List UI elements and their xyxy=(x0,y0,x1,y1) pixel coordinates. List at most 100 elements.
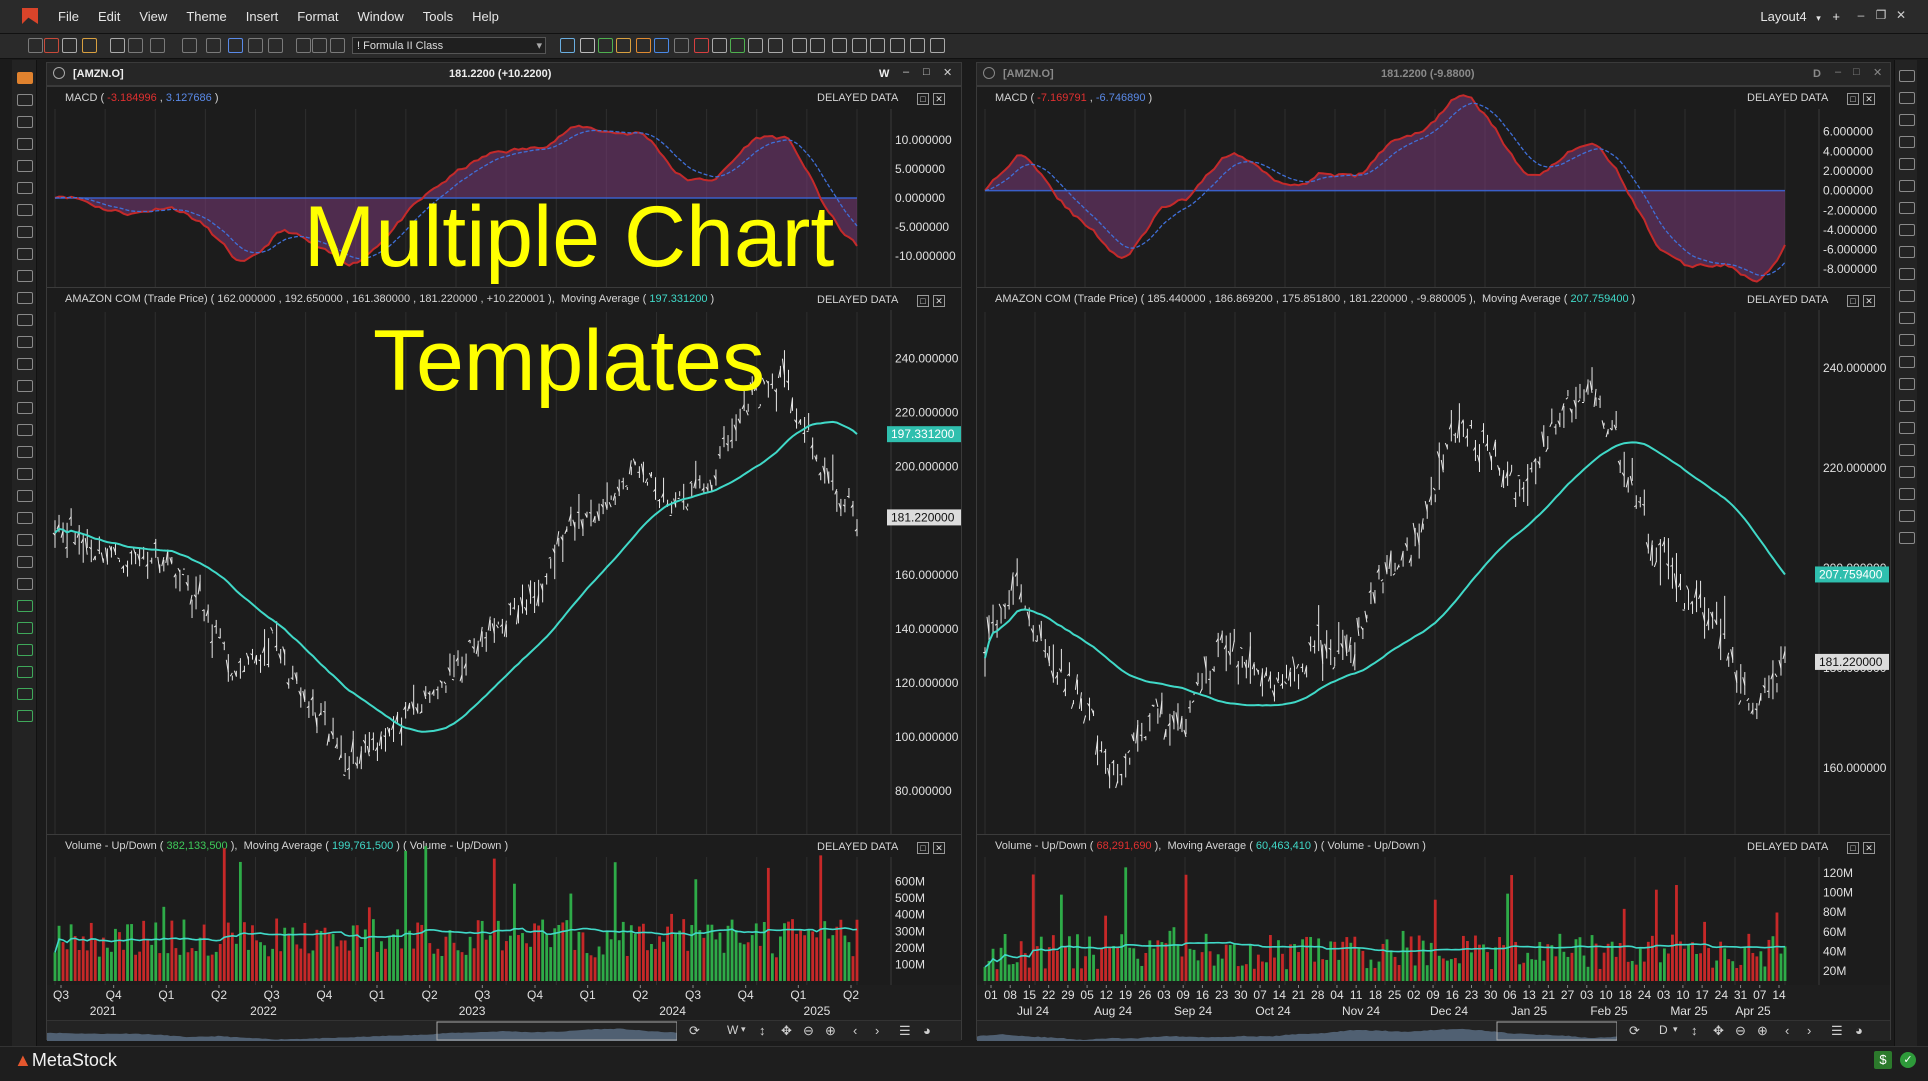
nav-period[interactable]: W xyxy=(727,1023,738,1037)
drawing-tool-icon[interactable] xyxy=(17,490,33,502)
toolbar-tool-icon[interactable] xyxy=(128,38,143,53)
drawing-tool-icon[interactable] xyxy=(17,94,33,106)
drawing-tool-icon[interactable] xyxy=(17,556,33,568)
drawing-tool-icon[interactable] xyxy=(1899,422,1915,434)
scroll-left-icon[interactable]: ‹ xyxy=(853,1023,857,1038)
move-icon[interactable]: ✥ xyxy=(781,1023,792,1039)
drawing-tool-icon[interactable] xyxy=(17,182,33,194)
macd-pane[interactable]: MACD ( -7.169791 , -6.746890 ) DELAYED D… xyxy=(977,86,1890,287)
toolbar-tool-icon[interactable] xyxy=(910,38,925,53)
menu-tools[interactable]: Tools xyxy=(423,9,453,24)
list-icon[interactable]: ☰ xyxy=(899,1023,911,1039)
drawing-tool-icon[interactable] xyxy=(17,270,33,282)
toolbar-tool-icon[interactable] xyxy=(268,38,283,53)
chart-window-daily[interactable]: [AMZN.O] 181.2200 (-9.8800) D – □ ✕ MACD… xyxy=(976,62,1891,1040)
list-icon[interactable]: ☰ xyxy=(1831,1023,1843,1039)
drawing-tool-icon[interactable] xyxy=(1899,378,1915,390)
drawing-tool-icon[interactable] xyxy=(17,72,33,84)
drawing-tool-icon[interactable] xyxy=(1899,466,1915,478)
symbol-link-icon[interactable] xyxy=(983,67,995,79)
palette-icon[interactable]: ◕ xyxy=(923,1023,931,1038)
scroll-right-icon[interactable]: › xyxy=(875,1023,879,1038)
drawing-tool-icon[interactable] xyxy=(17,292,33,304)
refresh-icon[interactable]: ⟳ xyxy=(689,1023,700,1039)
drawing-tool-icon[interactable] xyxy=(17,204,33,216)
layout-selector[interactable]: Layout4 ▾ + xyxy=(1760,9,1840,24)
scroll-right-icon[interactable]: › xyxy=(1807,1023,1811,1038)
move-icon[interactable]: ✥ xyxy=(1713,1023,1724,1039)
scroll-left-icon[interactable]: ‹ xyxy=(1785,1023,1789,1038)
minimize-icon[interactable]: – xyxy=(903,66,909,78)
drawing-tool-icon[interactable] xyxy=(17,578,33,590)
toolbar-tool-icon[interactable] xyxy=(694,38,709,53)
drawing-tool-icon[interactable] xyxy=(1899,444,1915,456)
drawing-tool-icon[interactable] xyxy=(1899,158,1915,170)
dollar-icon[interactable]: $ xyxy=(1874,1051,1892,1069)
close-icon[interactable]: ✕ xyxy=(943,66,952,79)
layout-add-button[interactable]: + xyxy=(1832,9,1840,24)
toolbar-tool-icon[interactable] xyxy=(206,38,221,53)
toolbar-tool-icon[interactable] xyxy=(330,38,345,53)
drawing-tool-icon[interactable] xyxy=(1899,136,1915,148)
toolbar-tool-icon[interactable] xyxy=(832,38,847,53)
drawing-tool-icon[interactable] xyxy=(17,226,33,238)
formula-select[interactable]: ! Formula II Class ▾ xyxy=(352,37,546,54)
drawing-tool-icon[interactable] xyxy=(17,666,33,678)
maximize-icon[interactable]: □ xyxy=(923,66,930,78)
drawing-tool-icon[interactable] xyxy=(17,424,33,436)
close-icon[interactable]: ✕ xyxy=(1873,66,1882,79)
toolbar-tool-icon[interactable] xyxy=(598,38,613,53)
toolbar-tool-icon[interactable] xyxy=(28,38,43,53)
menu-window[interactable]: Window xyxy=(357,9,403,24)
toolbar-tool-icon[interactable] xyxy=(560,38,575,53)
drawing-tool-icon[interactable] xyxy=(17,710,33,722)
drawing-tool-icon[interactable] xyxy=(1899,70,1915,82)
toolbar-tool-icon[interactable] xyxy=(930,38,945,53)
palette-icon[interactable]: ◕ xyxy=(1855,1023,1863,1038)
drawing-tool-icon[interactable] xyxy=(17,622,33,634)
drawing-tool-icon[interactable] xyxy=(17,248,33,260)
minimize-icon[interactable]: – xyxy=(1854,8,1868,22)
drawing-tool-icon[interactable] xyxy=(17,314,33,326)
navigator-bar[interactable]: ⟳ D ▾ ↕ ✥ ⊖ ⊕ ‹ › ☰ ◕ xyxy=(977,1020,1890,1041)
toolbar-tool-icon[interactable] xyxy=(730,38,745,53)
menu-format[interactable]: Format xyxy=(297,9,338,24)
toolbar-tool-icon[interactable] xyxy=(82,38,97,53)
drawing-tool-icon[interactable] xyxy=(1899,400,1915,412)
toolbar-tool-icon[interactable] xyxy=(150,38,165,53)
toolbar-tool-icon[interactable] xyxy=(296,38,311,53)
close-icon[interactable]: ✕ xyxy=(1894,8,1908,22)
toolbar-tool-icon[interactable] xyxy=(712,38,727,53)
navigator-scroll[interactable] xyxy=(47,1021,677,1041)
toolbar-tool-icon[interactable] xyxy=(792,38,807,53)
toolbar-tool-icon[interactable] xyxy=(636,38,651,53)
drawing-tool-icon[interactable] xyxy=(1899,180,1915,192)
toolbar-tool-icon[interactable] xyxy=(312,38,327,53)
toolbar-tool-icon[interactable] xyxy=(62,38,77,53)
drawing-tool-icon[interactable] xyxy=(1899,334,1915,346)
menu-insert[interactable]: Insert xyxy=(246,9,279,24)
menu-edit[interactable]: Edit xyxy=(98,9,120,24)
drawing-tool-icon[interactable] xyxy=(1899,268,1915,280)
drawing-tool-icon[interactable] xyxy=(17,160,33,172)
toolbar-tool-icon[interactable] xyxy=(890,38,905,53)
zoom-in-icon[interactable]: ⊕ xyxy=(1757,1023,1768,1039)
toolbar-tool-icon[interactable] xyxy=(674,38,689,53)
chart-period[interactable]: W xyxy=(879,68,889,80)
drawing-tool-icon[interactable] xyxy=(17,512,33,524)
drawing-tool-icon[interactable] xyxy=(1899,202,1915,214)
price-pane[interactable]: AMAZON COM (Trade Price) ( 185.440000 , … xyxy=(977,287,1890,834)
drawing-tool-icon[interactable] xyxy=(17,468,33,480)
maximize-icon[interactable]: □ xyxy=(1853,66,1860,78)
menu-file[interactable]: File xyxy=(58,9,79,24)
drawing-tool-icon[interactable] xyxy=(1899,356,1915,368)
toolbar-tool-icon[interactable] xyxy=(580,38,595,53)
zoom-out-icon[interactable]: ⊖ xyxy=(803,1023,814,1039)
drawing-tool-icon[interactable] xyxy=(1899,488,1915,500)
volume-pane[interactable]: Volume - Up/Down ( 382,133,500 ), Moving… xyxy=(47,834,961,985)
toolbar-tool-icon[interactable] xyxy=(616,38,631,53)
drawing-tool-icon[interactable] xyxy=(17,446,33,458)
volume-pane[interactable]: Volume - Up/Down ( 68,291,690 ), Moving … xyxy=(977,834,1890,985)
navigator-bar[interactable]: ⟳ W ▾ ↕ ✥ ⊖ ⊕ ‹ › ☰ ◕ xyxy=(47,1020,961,1041)
toolbar-tool-icon[interactable] xyxy=(852,38,867,53)
